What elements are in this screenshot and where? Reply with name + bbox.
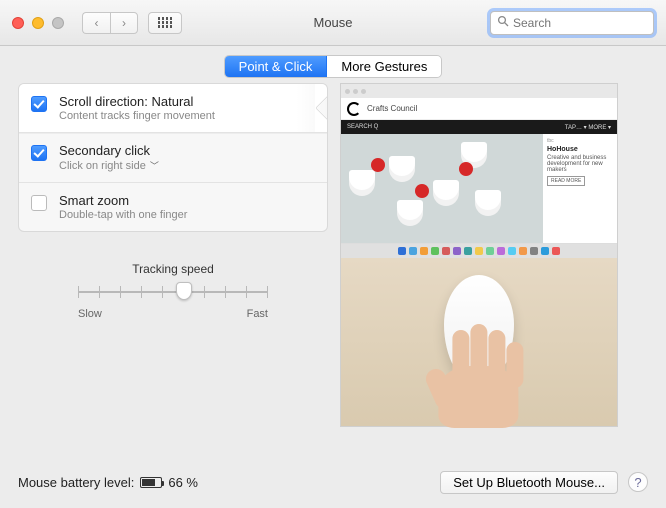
back-button[interactable]: ‹ (82, 12, 110, 34)
window-title: Mouse (313, 15, 352, 30)
secondary-click-sub: Click on right side ﹀ (59, 159, 313, 172)
preview-browser-chrome (341, 84, 617, 98)
tracking-speed-label: Tracking speed (78, 262, 268, 276)
footer: Mouse battery level: 66 % Set Up Bluetoo… (0, 456, 666, 508)
show-all-button[interactable] (148, 12, 182, 34)
titlebar: ‹ › Mouse (0, 0, 666, 46)
chevron-down-icon[interactable]: ﹀ (150, 161, 159, 171)
segmented-control: Point & Click More Gestures (225, 56, 442, 77)
chevron-right-icon: › (122, 16, 126, 30)
preview-site-name: Crafts Council (367, 104, 417, 113)
slider-ticks (78, 286, 268, 298)
preview-nav-right: TAP… ▾ MORE ▾ (565, 124, 611, 131)
tab-point-click[interactable]: Point & Click (225, 56, 327, 77)
tracking-speed-slider[interactable] (78, 282, 268, 302)
preview-hand (428, 328, 538, 428)
preview-site-header: Crafts Council (341, 98, 617, 120)
window-controls (12, 17, 64, 29)
slider-slow-label: Slow (78, 308, 102, 320)
options-pane: Scroll direction: Natural Content tracks… (18, 83, 328, 427)
secondary-click-sub-text: Click on right side (59, 160, 146, 172)
battery-icon (140, 477, 162, 488)
tracking-speed: Tracking speed Slow Fast (78, 262, 268, 320)
options-list: Scroll direction: Natural Content tracks… (18, 83, 328, 232)
smart-zoom-sub: Double-tap with one finger (59, 209, 313, 221)
help-icon: ? (634, 475, 641, 490)
preview-hero-image (341, 134, 543, 243)
preview-side-button: READ MORE (547, 176, 585, 186)
forward-button: › (110, 12, 138, 34)
preview-sidebar: tbc HoHouse Creative and business develo… (543, 134, 617, 243)
smart-zoom-title: Smart zoom (59, 193, 313, 208)
content: Scroll direction: Natural Content tracks… (0, 83, 666, 427)
search-icon (497, 15, 509, 30)
secondary-click-title: Secondary click (59, 143, 313, 158)
preview-side-title: HoHouse (547, 146, 613, 153)
zoom-icon (52, 17, 64, 29)
preview-browser: Crafts Council SEARCH Q TAP… ▾ MORE ▾ (341, 84, 617, 244)
preview-site-body: tbc HoHouse Creative and business develo… (341, 134, 617, 243)
preview-dock (341, 244, 617, 258)
preview-site-nav: SEARCH Q TAP… ▾ MORE ▾ (341, 120, 617, 134)
minimize-icon[interactable] (32, 17, 44, 29)
close-icon[interactable] (12, 17, 24, 29)
option-smart-zoom[interactable]: Smart zoom Double-tap with one finger (19, 183, 327, 231)
help-button[interactable]: ? (628, 472, 648, 492)
option-secondary-click[interactable]: Secondary click Click on right side ﹀ (19, 133, 327, 183)
scroll-direction-title: Scroll direction: Natural (59, 94, 313, 109)
battery-status: Mouse battery level: 66 % (18, 475, 198, 490)
nav-back-forward: ‹ › (82, 12, 138, 34)
slider-fast-label: Fast (247, 308, 268, 320)
preview-side-desc: Creative and business development for ne… (547, 155, 613, 173)
slider-knob[interactable] (176, 282, 192, 300)
preview-side-tag: tbc (547, 138, 613, 144)
search-input[interactable] (513, 16, 666, 30)
tab-row: Point & Click More Gestures (0, 46, 666, 83)
scroll-direction-checkbox[interactable] (31, 96, 47, 112)
preview-pane: Crafts Council SEARCH Q TAP… ▾ MORE ▾ (340, 83, 618, 427)
battery-percent: 66 % (168, 475, 198, 490)
slider-labels: Slow Fast (78, 308, 268, 320)
secondary-click-checkbox[interactable] (31, 145, 47, 161)
smart-zoom-checkbox[interactable] (31, 195, 47, 211)
search-field[interactable] (490, 11, 654, 35)
battery-label: Mouse battery level: (18, 475, 134, 490)
preview-desk (341, 258, 617, 426)
grid-icon (158, 17, 173, 28)
setup-bluetooth-button[interactable]: Set Up Bluetooth Mouse... (440, 471, 618, 494)
preview-nav-left: SEARCH Q (347, 124, 378, 130)
site-logo-icon (347, 102, 361, 116)
scroll-direction-sub: Content tracks finger movement (59, 110, 313, 122)
tab-more-gestures[interactable]: More Gestures (326, 56, 441, 77)
option-scroll-direction[interactable]: Scroll direction: Natural Content tracks… (19, 84, 327, 133)
chevron-left-icon: ‹ (95, 16, 99, 30)
